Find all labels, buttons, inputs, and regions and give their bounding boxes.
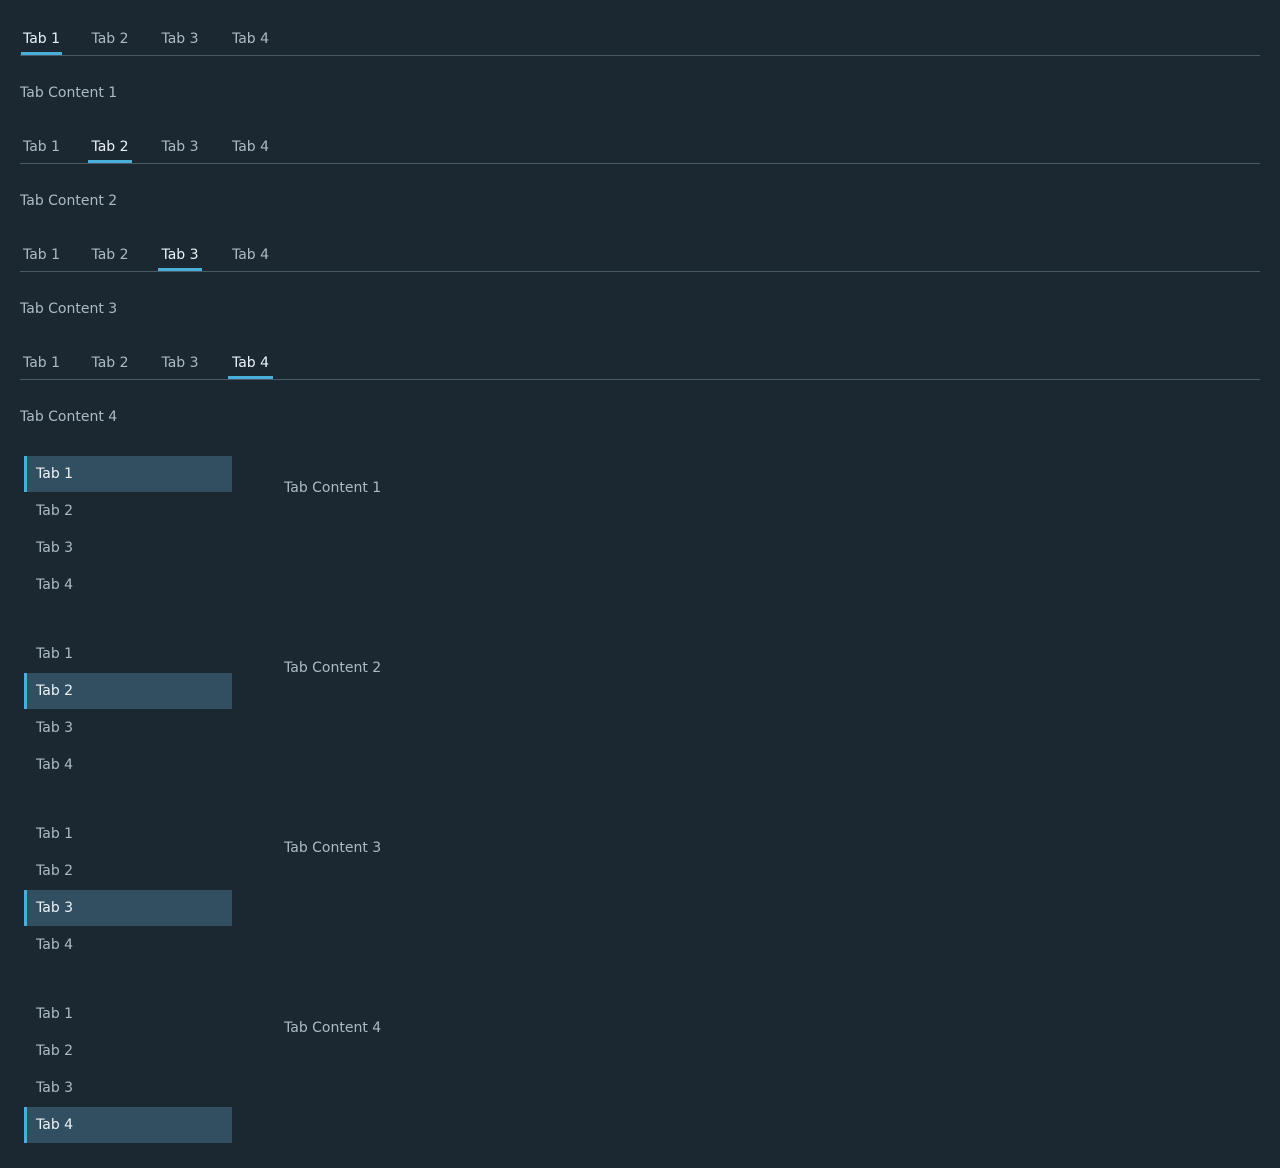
tab-1[interactable]: Tab 1	[21, 135, 62, 163]
tab-1[interactable]: Tab 1	[21, 243, 62, 271]
vertical-tab-1[interactable]: Tab 1	[24, 636, 232, 672]
tab-content: Tab Content 2	[284, 660, 382, 676]
horizontal-tabset-2: Tab 1 Tab 2 Tab 3 Tab 4 Tab Content 2	[20, 135, 1260, 209]
tab-content: Tab Content 1	[20, 85, 118, 101]
tab-content: Tab Content 4	[284, 1020, 382, 1036]
vertical-tab-4[interactable]: Tab 4	[24, 1107, 232, 1143]
tab-1[interactable]: Tab 1	[21, 351, 62, 379]
tab-bar: Tab 1 Tab 2 Tab 3 Tab 4	[20, 27, 1260, 56]
vertical-tab-1[interactable]: Tab 1	[24, 996, 232, 1032]
tab-2[interactable]: Tab 2	[88, 351, 132, 379]
vertical-tab-2[interactable]: Tab 2	[24, 853, 232, 889]
tab-4[interactable]: Tab 4	[228, 27, 273, 55]
tab-content: Tab Content 3	[20, 301, 118, 317]
tab-content: Tab Content 2	[20, 193, 118, 209]
horizontal-tabset-1: Tab 1 Tab 2 Tab 3 Tab 4 Tab Content 1	[20, 27, 1260, 101]
tab-4[interactable]: Tab 4	[228, 351, 273, 379]
vertical-tab-3[interactable]: Tab 3	[24, 1070, 232, 1106]
tab-content: Tab Content 3	[284, 840, 382, 856]
vertical-tab-3[interactable]: Tab 3	[24, 890, 232, 926]
vertical-tab-1[interactable]: Tab 1	[24, 456, 232, 492]
tab-bar: Tab 1 Tab 2 Tab 3 Tab 4	[20, 243, 1260, 272]
horizontal-tabset-4: Tab 1 Tab 2 Tab 3 Tab 4 Tab Content 4	[20, 351, 1260, 425]
tab-4[interactable]: Tab 4	[228, 243, 273, 271]
tab-bar: Tab 1 Tab 2 Tab 3 Tab 4	[20, 351, 1260, 380]
tab-2[interactable]: Tab 2	[88, 243, 132, 271]
vertical-tab-3[interactable]: Tab 3	[24, 710, 232, 746]
vertical-tab-2[interactable]: Tab 2	[24, 1033, 232, 1069]
vertical-tab-4[interactable]: Tab 4	[24, 567, 232, 603]
horizontal-tabset-3: Tab 1 Tab 2 Tab 3 Tab 4 Tab Content 3	[20, 243, 1260, 317]
vertical-tab-2[interactable]: Tab 2	[24, 493, 232, 529]
vertical-tab-3[interactable]: Tab 3	[24, 530, 232, 566]
tab-3[interactable]: Tab 3	[158, 243, 202, 271]
vertical-tab-2[interactable]: Tab 2	[24, 673, 232, 709]
tab-3[interactable]: Tab 3	[158, 351, 202, 379]
tab-2[interactable]: Tab 2	[88, 135, 132, 163]
vertical-tab-4[interactable]: Tab 4	[24, 927, 232, 963]
tab-content: Tab Content 4	[20, 409, 118, 425]
tab-content: Tab Content 1	[284, 480, 382, 496]
vertical-tab-4[interactable]: Tab 4	[24, 747, 232, 783]
tab-4[interactable]: Tab 4	[228, 135, 273, 163]
tab-1[interactable]: Tab 1	[21, 27, 62, 55]
vertical-tab-1[interactable]: Tab 1	[24, 816, 232, 852]
tab-bar: Tab 1 Tab 2 Tab 3 Tab 4	[20, 135, 1260, 164]
tab-3[interactable]: Tab 3	[158, 135, 202, 163]
tab-2[interactable]: Tab 2	[88, 27, 132, 55]
tab-3[interactable]: Tab 3	[158, 27, 202, 55]
